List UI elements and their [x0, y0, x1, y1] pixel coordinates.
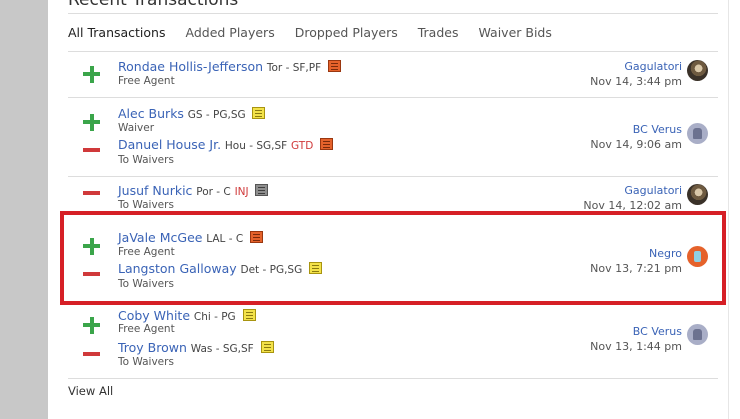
tab-all-transactions[interactable]: All Transactions	[68, 22, 166, 51]
tab-dropped-players[interactable]: Dropped Players	[295, 22, 398, 51]
transaction-type: Free Agent	[118, 75, 175, 87]
tab-waiver-bids[interactable]: Waiver Bids	[478, 22, 551, 51]
player-team-position: Tor - SF,PF	[266, 62, 322, 74]
row-divider	[68, 378, 718, 379]
player-name-link[interactable]: Alec Burks	[118, 106, 184, 121]
player-name-link[interactable]: Troy Brown	[118, 340, 187, 355]
player-note-icon[interactable]	[242, 309, 256, 321]
player-note-icon[interactable]	[260, 341, 274, 353]
team-owner-link[interactable]: Gagulatori	[624, 60, 682, 73]
player-team-position: Hou - SG,SF	[224, 140, 288, 152]
team-owner-link[interactable]: BC Verus	[633, 123, 682, 136]
player-team-position: Por - C	[196, 186, 231, 198]
drop-icon	[83, 352, 100, 356]
player-note-icon[interactable]	[320, 138, 334, 150]
player-team-position: Was - SG,SF	[190, 343, 254, 355]
add-icon	[83, 66, 100, 83]
highlight-box	[60, 211, 726, 305]
transaction-type: To Waivers	[118, 154, 174, 166]
transaction-type: To Waivers	[118, 356, 174, 368]
player-name-link[interactable]: Jusuf Nurkic	[118, 183, 192, 198]
player-name-link[interactable]: Coby White	[118, 308, 190, 323]
adjacent-panel-edge	[728, 0, 740, 419]
player-team-position: Chi - PG	[193, 311, 236, 323]
tab-added-players[interactable]: Added Players	[186, 22, 275, 51]
transaction-row: Coby White Chi - PG Free Agent Troy Brow…	[68, 307, 718, 379]
divider	[68, 13, 718, 14]
drop-icon	[83, 148, 100, 152]
transaction-type: Free Agent	[118, 323, 175, 335]
transaction-time: Nov 13, 1:44 pm	[590, 340, 682, 353]
transaction-row: Alec Burks GS - PG,SG Waiver Danuel Hous…	[68, 98, 718, 176]
player-note-icon[interactable]	[252, 107, 266, 119]
team-owner-link[interactable]: BC Verus	[633, 325, 682, 338]
tab-trades[interactable]: Trades	[418, 22, 459, 51]
player-status-badge: GTD	[291, 140, 314, 152]
player-name-link[interactable]: Rondae Hollis-Jefferson	[118, 59, 263, 74]
owner-avatar[interactable]	[687, 60, 708, 81]
transaction-tabs: All Transactions Added Players Dropped P…	[68, 22, 718, 52]
add-icon	[83, 114, 100, 131]
player-status-badge: INJ	[234, 186, 249, 198]
player-note-icon[interactable]	[255, 184, 269, 196]
team-owner-link[interactable]: Gagulatori	[624, 184, 682, 197]
add-icon	[83, 317, 100, 334]
view-all-link[interactable]: View All	[68, 384, 113, 398]
transaction-type: To Waivers	[118, 199, 174, 211]
transaction-time: Nov 14, 9:06 am	[590, 138, 682, 151]
section-title: Recent Transactions	[68, 0, 239, 10]
transaction-type: Waiver	[118, 122, 155, 134]
owner-avatar[interactable]	[687, 184, 708, 205]
transactions-panel: Recent Transactions All Transactions Add…	[48, 0, 740, 419]
transaction-time: Nov 14, 3:44 pm	[590, 75, 682, 88]
owner-avatar[interactable]	[687, 324, 708, 345]
player-note-icon[interactable]	[327, 60, 341, 72]
transaction-row: Rondae Hollis-Jefferson Tor - SF,PF Free…	[68, 52, 718, 97]
owner-avatar[interactable]	[687, 123, 708, 144]
player-name-link[interactable]: Danuel House Jr.	[118, 137, 221, 152]
player-team-position: GS - PG,SG	[187, 109, 246, 121]
drop-icon	[83, 191, 100, 195]
